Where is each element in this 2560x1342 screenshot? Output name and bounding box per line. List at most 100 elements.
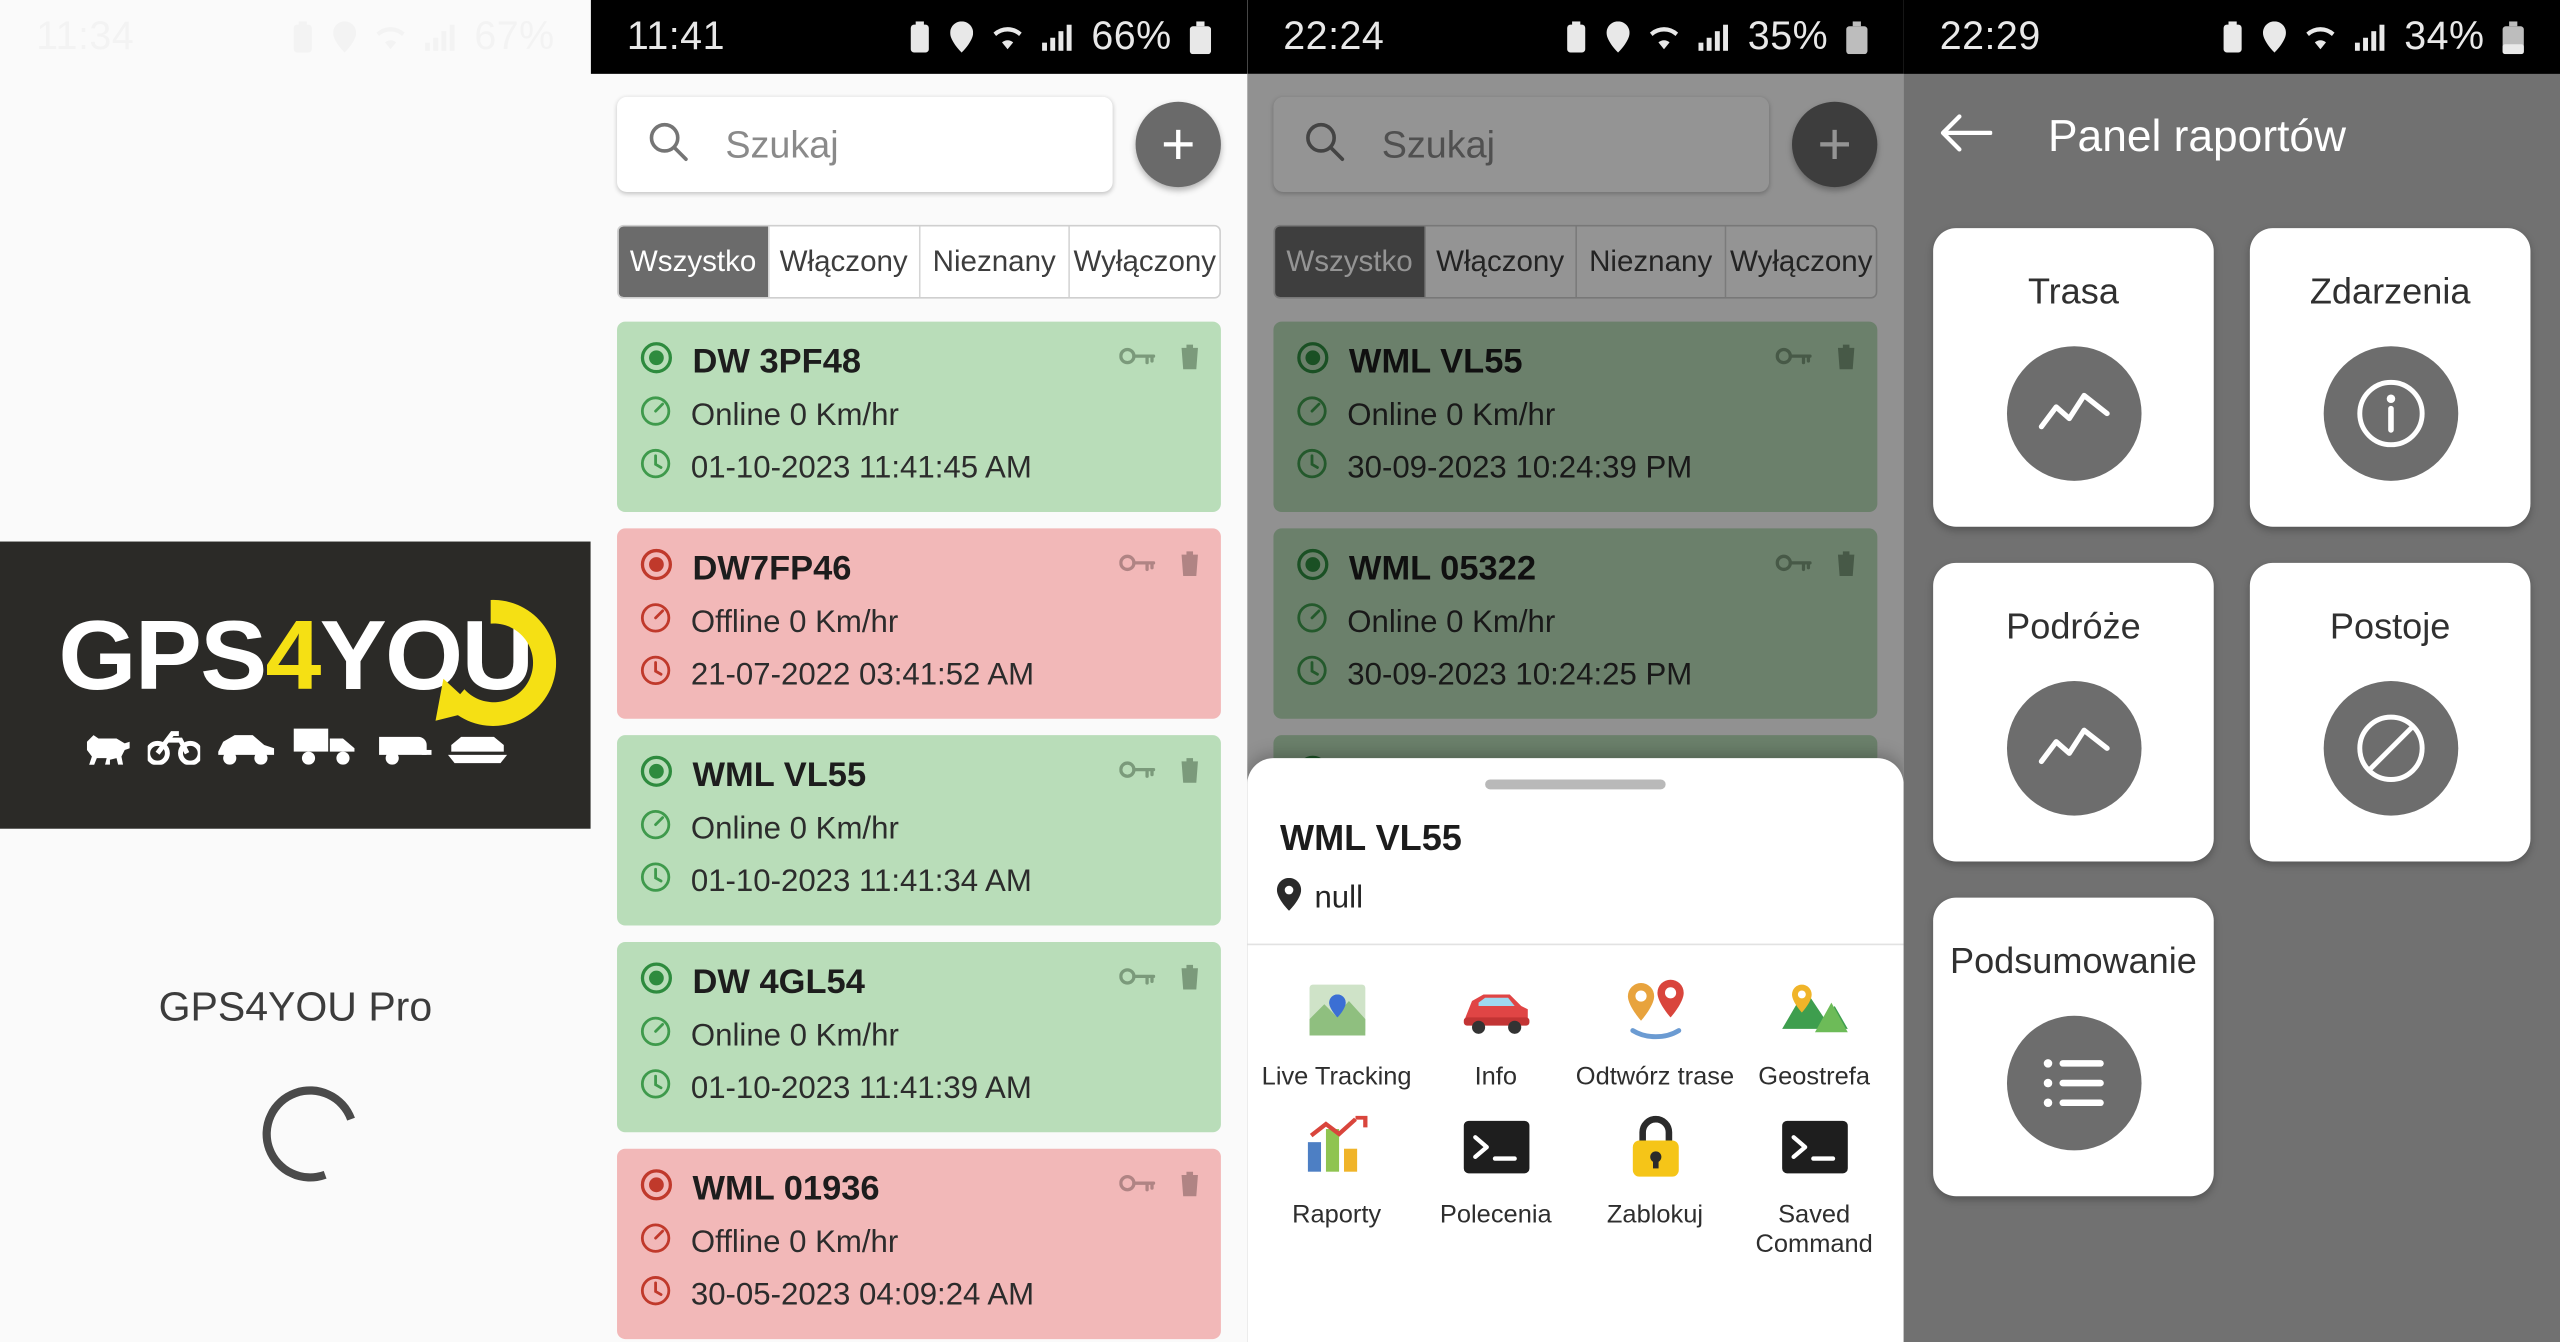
signal-bars-icon (425, 23, 456, 51)
tab-wlaczony[interactable]: Włączony (1425, 226, 1577, 298)
delete-icon[interactable] (1835, 548, 1858, 578)
device-card-actions (1119, 548, 1201, 578)
add-device-button[interactable]: + (1792, 101, 1878, 188)
search-box[interactable] (1273, 96, 1770, 192)
list-icon (2006, 1015, 2141, 1151)
device-status-row: Online 0 Km/hr (640, 1016, 1198, 1057)
device-status-row: Online 0 Km/hr (1296, 602, 1854, 643)
device-card-actions (1775, 341, 1858, 371)
key-icon[interactable] (1775, 550, 1812, 576)
status-dot-online-icon (1296, 548, 1329, 591)
panel-reports: 22:29 34% Panel raportów Trasa Zdarzenia… (1903, 0, 2560, 1342)
logo-text-four: 4 (265, 599, 322, 710)
delete-icon[interactable] (1178, 548, 1201, 578)
device-name: WML 05322 (1348, 549, 1536, 588)
search-icon (1303, 119, 1346, 170)
key-icon[interactable] (1119, 550, 1156, 576)
device-name: WML 01936 (692, 1170, 880, 1208)
speedometer-icon (640, 809, 671, 850)
wifi-icon (991, 24, 1024, 50)
app-title: GPS4YOU Pro (158, 984, 433, 1031)
delete-icon[interactable] (1178, 1168, 1201, 1198)
battery-saver-icon (1564, 20, 1589, 54)
sheet-action-lock[interactable]: Zablokuj (1575, 1109, 1734, 1260)
no-entry-icon (2322, 681, 2458, 816)
sheet-action-commands[interactable]: Polecenia (1416, 1109, 1575, 1260)
sheet-action-label: Zablokuj (1606, 1201, 1704, 1230)
terminal-icon (1461, 1109, 1530, 1184)
tab-nieznany[interactable]: Nieznany (919, 226, 1071, 298)
sheet-address: null (1314, 881, 1363, 916)
report-card-zdarzenia[interactable]: Zdarzenia (2249, 228, 2531, 527)
key-icon[interactable] (1775, 343, 1812, 369)
report-card-podroze[interactable]: Podróże (1933, 562, 2214, 862)
battery-percent: 35% (1747, 13, 1829, 59)
search-box[interactable] (617, 96, 1113, 192)
search-input[interactable] (1381, 122, 1740, 167)
sheet-action-reports[interactable]: Raporty (1257, 1109, 1416, 1260)
sheet-action-info[interactable]: Info (1416, 971, 1575, 1092)
tab-wszystko[interactable]: Wszystko (618, 226, 770, 298)
clock-icon (640, 862, 671, 903)
geofence-icon (1778, 971, 1850, 1046)
tab-wlaczony[interactable]: Włączony (769, 226, 920, 298)
bottom-sheet: WML VL55 null Live Tracking Info Odtwórz… (1247, 758, 1904, 1342)
clock-icon (640, 448, 671, 489)
motorcycle-icon (146, 730, 200, 764)
location-pin-icon (2263, 21, 2287, 53)
delete-icon[interactable] (1178, 962, 1201, 992)
key-icon[interactable] (1119, 343, 1156, 369)
device-card[interactable]: WML 05322 Online 0 Km/hr 30-09-2023 10:2… (1273, 528, 1878, 719)
sheet-device-name: WML VL55 (1280, 817, 1462, 859)
device-name-row: WML VL55 (1296, 341, 1854, 384)
panel-device-detail-sheet: 22:24 35% + Wszystko Włączony Niezn (1247, 0, 1904, 1342)
location-pin-icon (950, 21, 974, 53)
device-card[interactable]: DW 3PF48 Online 0 Km/hr 01-10-2023 11:41… (617, 321, 1221, 512)
delete-icon[interactable] (1835, 341, 1858, 371)
sheet-drag-handle[interactable] (1485, 779, 1666, 790)
car-icon (217, 734, 274, 764)
delete-icon[interactable] (1178, 755, 1201, 785)
clock-icon (640, 1068, 671, 1109)
report-card-trasa[interactable]: Trasa (1933, 228, 2214, 527)
key-icon[interactable] (1119, 963, 1156, 989)
key-icon[interactable] (1119, 1170, 1156, 1196)
battery-saver-icon (908, 20, 933, 54)
device-card[interactable]: WML VL55 Online 0 Km/hr 30-09-2023 10:24… (1273, 321, 1878, 512)
trend-line-icon (2006, 681, 2141, 816)
tab-wylaczony[interactable]: Wyłączony (1070, 226, 1220, 298)
device-card[interactable]: DW7FP46 Offline 0 Km/hr 21-07-2022 03:41… (617, 528, 1221, 719)
add-device-button[interactable]: + (1135, 101, 1221, 188)
tab-wylaczony[interactable]: Wyłączony (1726, 226, 1876, 298)
page-title: Panel raportów (2048, 110, 2347, 160)
sheet-action-geofence[interactable]: Geostrefa (1735, 971, 1894, 1092)
report-card-postoje[interactable]: Postoje (2249, 562, 2531, 862)
device-card-actions (1119, 962, 1201, 992)
battery-percent: 34% (2404, 13, 2485, 59)
back-arrow-icon[interactable] (1940, 112, 1993, 160)
battery-icon (1189, 20, 1212, 54)
sheet-action-replay-route[interactable]: Odtwórz trase (1575, 971, 1734, 1092)
report-card-label: Postoje (2329, 605, 2451, 647)
battery-percent: 66% (1091, 13, 1172, 59)
device-time-row: 01-10-2023 11:41:39 AM (640, 1068, 1198, 1109)
device-card-actions (1119, 341, 1201, 371)
device-card-actions (1119, 1168, 1201, 1198)
tab-wszystko[interactable]: Wszystko (1275, 226, 1426, 298)
signal-bars-icon (1042, 23, 1073, 51)
device-card[interactable]: WML 01936 Offline 0 Km/hr 30-05-2023 04:… (617, 1148, 1221, 1340)
device-time: 30-05-2023 04:09:24 AM (690, 1277, 1035, 1312)
device-status-row: Offline 0 Km/hr (640, 602, 1198, 643)
key-icon[interactable] (1119, 757, 1156, 783)
search-input[interactable] (725, 122, 1084, 167)
device-card[interactable]: DW 4GL54 Online 0 Km/hr 01-10-2023 11:41… (617, 941, 1221, 1133)
sheet-action-label: Saved Command (1755, 1201, 1873, 1259)
device-card[interactable]: WML VL55 Online 0 Km/hr 01-10-2023 11:41… (617, 735, 1221, 926)
delete-icon[interactable] (1178, 341, 1201, 371)
sheet-action-saved-command[interactable]: Saved Command (1735, 1109, 1894, 1260)
tab-nieznany[interactable]: Nieznany (1576, 226, 1727, 298)
clock-icon (640, 655, 671, 696)
status-time: 22:24 (1283, 13, 1385, 59)
report-card-podsumowanie[interactable]: Podsumowanie (1933, 897, 2214, 1197)
sheet-action-live-tracking[interactable]: Live Tracking (1257, 971, 1416, 1092)
